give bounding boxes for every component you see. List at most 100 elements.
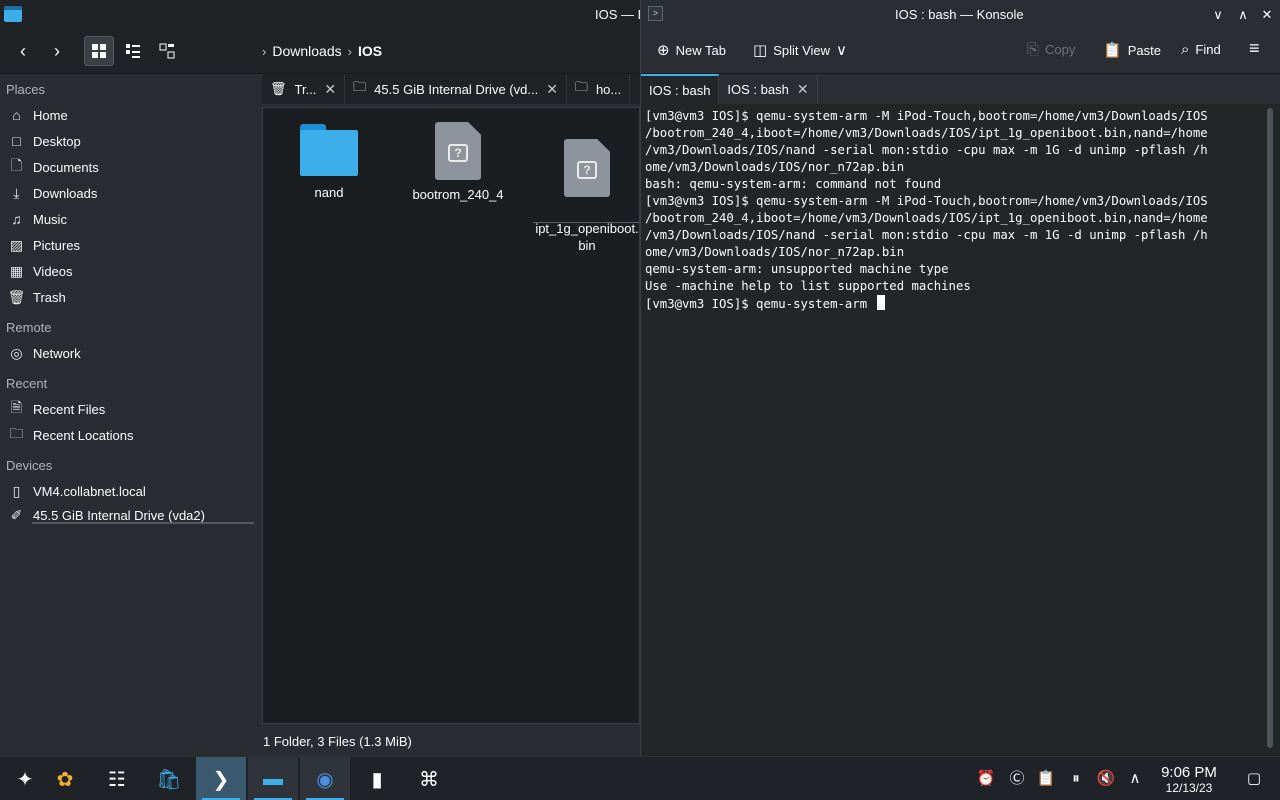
drive-usage-bar — [32, 522, 254, 524]
clipboard-icon[interactable]: 📋 — [1036, 769, 1056, 789]
breadcrumb-current[interactable]: IOS — [358, 43, 382, 59]
sidebar-item-label: Downloads — [33, 185, 98, 201]
sidebar-item-pictures[interactable]: ▨ Pictures — [8, 233, 254, 257]
copy-button[interactable]: ⎘ Copy — [1027, 41, 1075, 58]
overview-frame-icon: ⌘ — [419, 768, 439, 791]
close-icon[interactable]: ✕ — [797, 81, 809, 98]
taskbar-overview[interactable]: ⌘ — [404, 757, 454, 800]
sidebar-item-home[interactable]: ⌂ Home — [8, 103, 254, 127]
documents-icon: 🗋 — [10, 157, 23, 173]
taskbar-usb-writer[interactable]: ▮ — [352, 757, 402, 800]
search-icon: ⌕ — [1181, 41, 1190, 58]
dolphin-titlebar[interactable]: IOS — D — [0, 0, 647, 30]
show-desktop-icon[interactable]: ▢ — [1244, 769, 1264, 789]
breadcrumb: › Downloads › IOS — [262, 43, 382, 59]
sidebar-item-recent-locations[interactable]: 🗀 Recent Locations — [8, 423, 254, 447]
taskbar-chromium[interactable]: ◉ — [300, 757, 350, 800]
unknown-file-icon: ? — [564, 139, 610, 197]
folder-icon: ▬ — [263, 767, 283, 790]
file-view[interactable]: nand ? bootrom_240_4 ? ipt_1g_openiboot.… — [262, 107, 640, 724]
copy-icon: ⎘ — [1027, 41, 1040, 58]
chevron-down-icon: ∨ — [836, 42, 848, 59]
taskbar-dolphin[interactable]: ▬ — [248, 757, 298, 800]
sidebar-item-label: Desktop — [33, 133, 81, 149]
desktop-icon: □ — [12, 133, 21, 149]
chevron-up-icon[interactable]: ∧ — [1125, 769, 1145, 789]
tab-label: IOS : bash — [727, 81, 789, 97]
icons-view-button[interactable] — [84, 36, 114, 66]
sidebar-item-music[interactable]: ♫ Music — [8, 207, 254, 231]
taskbar-system-settings[interactable]: ☷ — [92, 757, 142, 800]
hamburger-menu-icon: ≡ — [1249, 38, 1260, 58]
media-pause-icon[interactable]: ⏸ — [1066, 769, 1086, 789]
sidebar-item-documents[interactable]: 🗋 Documents — [8, 155, 254, 179]
terminal-line: Use -machine help to list supported mach… — [645, 279, 971, 293]
tab-home[interactable]: 🗀 ho... — [567, 74, 631, 104]
sidebar-item-desktop[interactable]: □ Desktop — [8, 129, 254, 153]
digital-clock[interactable]: 9:06 PM 12/13/23 — [1152, 764, 1226, 795]
notifications-icon[interactable]: ⏰ — [976, 769, 996, 789]
breadcrumb-downloads[interactable]: Downloads — [272, 43, 341, 59]
konsole-window: > IOS : bash — Konsole ∨ ∧ ✕ ⊕ New Tab ◫ S… — [640, 0, 1280, 756]
terminal[interactable]: [vm3@vm3 IOS]$ qemu-system-arm -M iPod-T… — [641, 104, 1280, 756]
sidebar-item-label: Home — [33, 107, 68, 123]
tab-trash[interactable]: 🗑 Tr... ✕ — [262, 74, 346, 104]
sidebar-item-network[interactable]: ◎ Network — [8, 341, 254, 365]
sidebar-item-vm4[interactable]: ▯ VM4.collabnet.local — [8, 479, 254, 503]
tab-ios-bash-2[interactable]: IOS : bash ✕ — [719, 74, 818, 104]
sidebar-item-label: Recent Files — [33, 401, 106, 417]
tab-internal-drive[interactable]: 🗀 45.5 GiB Internal Drive (vd... ✕ — [345, 74, 567, 104]
close-icon[interactable]: ✕ — [1257, 5, 1277, 25]
sidebar-item-trash[interactable]: 🗑 Trash — [8, 285, 254, 309]
file-selection-underline — [533, 222, 639, 223]
chevron-left-icon: ‹ — [20, 40, 26, 61]
konsole-titlebar[interactable]: > IOS : bash — Konsole ∨ ∧ ✕ — [641, 0, 1280, 30]
status-bar: 1 Folder, 3 Files (1.3 MiB) — [263, 734, 412, 749]
file-name: nand — [314, 185, 344, 200]
places-sidebar: Places ⌂ Home □ Desktop 🗋 Documents ⤓ Downlo… — [0, 74, 262, 756]
recent-files-icon: 🗎 — [10, 399, 23, 415]
back-button[interactable]: ‹ — [8, 36, 38, 66]
split-view-button[interactable]: ◫ Split View ∨ — [753, 41, 847, 59]
terminal-line: /bootrom_240_4,iboot=/home/vm3/Downloads… — [645, 211, 1208, 225]
terminal-scrollbar[interactable] — [1267, 108, 1273, 748]
minimize-icon[interactable]: ∨ — [1208, 5, 1228, 25]
file-item-bootrom[interactable]: ? bootrom_240_4 — [398, 120, 518, 203]
remote-header: Remote — [6, 320, 52, 335]
forward-button[interactable]: › — [42, 36, 72, 66]
paste-button[interactable]: 📋 Paste — [1103, 41, 1161, 59]
grid-view-icon — [92, 44, 106, 58]
terminal-app-icon: > — [648, 6, 663, 21]
trash-icon: 🗑 — [270, 81, 287, 96]
sidebar-item-recent-files[interactable]: 🗎 Recent Files — [8, 397, 254, 421]
maximize-icon[interactable]: ∧ — [1233, 5, 1253, 25]
downloads-icon: ⤓ — [13, 184, 20, 201]
find-button[interactable]: ⌕ Find — [1181, 41, 1221, 58]
details-view-button[interactable] — [152, 36, 182, 66]
taskbar-launcher-pinned[interactable]: ✿ — [40, 757, 90, 800]
hamburger-menu-button[interactable]: ≡ — [1249, 38, 1260, 59]
recent-header: Recent — [6, 376, 48, 391]
volume-muted-icon[interactable]: 🔇 — [1096, 769, 1116, 789]
compact-view-button[interactable] — [118, 36, 148, 66]
tab-ios-bash-1[interactable]: IOS : bash — [641, 74, 720, 104]
file-item-nand[interactable]: nand — [269, 120, 389, 201]
sidebar-item-downloads[interactable]: ⤓ Downloads — [8, 181, 254, 205]
sidebar-item-videos[interactable]: ▦ Videos — [8, 259, 254, 283]
sidebar-item-label: Documents — [33, 159, 99, 175]
file-item-openiboot[interactable]: ? ipt_1g_openiboot. bin — [527, 120, 647, 271]
update-icon[interactable]: Ⓒ — [1007, 769, 1027, 789]
close-icon[interactable]: ✕ — [324, 81, 336, 98]
tab-label: 45.5 GiB Internal Drive (vd... — [374, 81, 539, 97]
trash-icon: 🗑 — [7, 288, 26, 305]
taskbar-discover[interactable]: 🛍 — [144, 757, 194, 800]
close-icon[interactable]: ✕ — [546, 81, 558, 98]
new-tab-button[interactable]: ⊕ New Tab — [657, 41, 726, 59]
flower-icon: ✿ — [56, 768, 74, 791]
file-name: ipt_1g_openiboot. bin — [535, 221, 639, 253]
terminal-line: /vm3/Downloads/IOS/nand -serial mon:stdi… — [645, 143, 1208, 157]
folder-icon: 🗀 — [353, 79, 367, 94]
store-bag-icon: 🛍 — [156, 768, 182, 791]
sidebar-item-label: Recent Locations — [33, 427, 134, 443]
taskbar-konsole[interactable]: ❯ — [196, 757, 246, 800]
